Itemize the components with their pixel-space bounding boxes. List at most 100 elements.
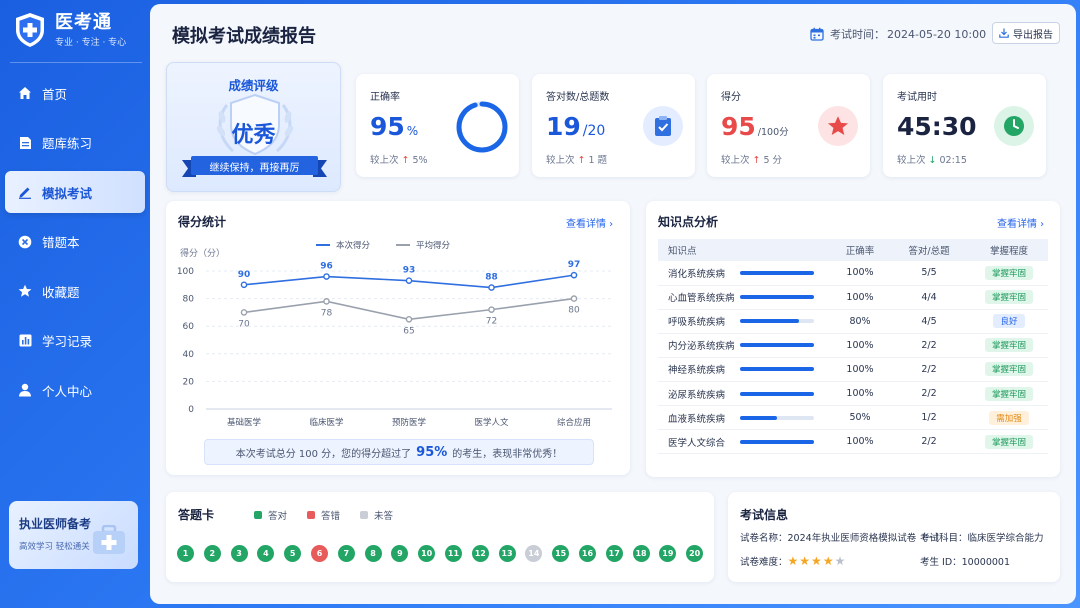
table-row: 心血管系统疾病 100% 4/4 掌握牢固	[658, 285, 1048, 310]
bar-track	[740, 415, 814, 420]
question-bubble[interactable]: 1	[177, 545, 194, 562]
table-row: 神经系统疾病 100% 2/2 掌握牢固	[658, 357, 1048, 382]
legend-label: 平均得分	[416, 240, 451, 251]
y-tick-label: 60	[183, 322, 195, 332]
knowledge-rate: 100%	[832, 429, 888, 455]
answer-sheet-title: 答题卡	[178, 508, 215, 522]
bar-track	[740, 367, 814, 372]
correct-count-title: 答对数/总题数	[546, 92, 610, 103]
legend-wrong: 答错	[307, 508, 340, 522]
score-chart-details-link[interactable]: 查看详情 ›	[566, 215, 613, 230]
question-bubbles: 1 2 3 4 5 6 7 8 9 10 11 12 13 14 15 16 17 18 19 20	[177, 545, 713, 562]
accuracy-bar	[740, 381, 832, 407]
student-id: 考生 ID：10000001	[920, 554, 1010, 568]
export-report-button[interactable]: 导出报告	[992, 22, 1060, 44]
star-filled-icon: ★	[799, 554, 812, 568]
question-bubble[interactable]: 19	[659, 545, 677, 562]
knowledge-answered: 1/2	[888, 405, 970, 431]
download-icon	[999, 28, 1009, 38]
question-bubble[interactable]: 5	[284, 545, 302, 562]
promo-card[interactable]: 执业医师备考 高效学习 轻松通关	[9, 501, 138, 569]
data-label: 72	[486, 317, 497, 327]
question-bubble[interactable]: 2	[203, 545, 221, 562]
question-bubble[interactable]: 8	[364, 545, 382, 562]
duration-value: 45:30	[897, 112, 977, 141]
accuracy-value: 95	[370, 112, 405, 141]
arrow-up-icon: ↑	[401, 155, 410, 166]
knowledge-analysis-card: 知识点分析 查看详情 › 知识点 正确率 答对/总题 掌握程度 消化系统疾病 10…	[646, 201, 1060, 477]
bar-track	[740, 319, 814, 324]
knowledge-answered: 2/2	[888, 381, 970, 407]
question-bubble[interactable]: 16	[578, 545, 596, 562]
app-name: 医考通	[55, 12, 112, 33]
accuracy-bar	[740, 285, 832, 310]
sidebar-item-mock-exam[interactable]: 模拟考试	[5, 171, 145, 213]
sidebar: 医考通 专业 · 专注 · 专心 首页 题库练习 模拟考试 错题本 收藏题 学习…	[0, 0, 148, 608]
header-spacer	[740, 239, 832, 261]
exam-time: 考试时间： 2024-05-20 10:00	[810, 26, 986, 42]
knowledge-name: 神经系统疾病	[658, 357, 740, 382]
knowledge-level: 需加强	[970, 405, 1048, 431]
data-point	[488, 284, 495, 291]
arrow-up-icon: ↑	[752, 155, 761, 166]
sidebar-item-label: 首页	[42, 86, 68, 102]
mastery-tag: 掌握牢固	[984, 338, 1033, 353]
question-bubble[interactable]: 10	[418, 545, 436, 562]
accuracy-card: 正确率 95% 较上次 ↑ 5%	[356, 74, 519, 177]
sidebar-item-home[interactable]: 首页	[5, 72, 145, 114]
knowledge-rate: 100%	[832, 357, 888, 382]
sidebar-item-study-record[interactable]: 学习记录	[5, 320, 145, 362]
question-bubble[interactable]: 20	[686, 545, 704, 562]
app-logo[interactable]: 医考通 专业 · 专注 · 专心	[14, 12, 126, 48]
question-bubble[interactable]: 3	[230, 545, 248, 562]
data-point	[488, 306, 495, 313]
accuracy-bar	[740, 405, 832, 431]
close-circle-icon	[17, 234, 33, 250]
mastery-tag: 掌握牢固	[984, 265, 1033, 280]
score-title: 得分	[721, 92, 741, 103]
knowledge-level: 掌握牢固	[970, 333, 1048, 358]
question-bubble[interactable]: 6	[310, 545, 328, 562]
knowledge-name: 消化系统疾病	[658, 261, 740, 286]
accuracy-bar	[740, 333, 832, 358]
knowledge-name: 泌尿系统疾病	[658, 381, 740, 407]
question-bubble[interactable]: 17	[605, 545, 623, 562]
table-header-row: 知识点 正确率 答对/总题 掌握程度	[658, 239, 1048, 261]
knowledge-rate: 100%	[832, 285, 888, 310]
data-point	[405, 277, 413, 284]
sidebar-item-profile[interactable]: 个人中心	[5, 369, 145, 411]
table-row: 医学人文综合 100% 2/2 掌握牢固	[658, 429, 1048, 455]
legend-swatch	[307, 511, 316, 519]
question-bubble[interactable]: 7	[337, 545, 355, 562]
question-bubble[interactable]: 9	[391, 545, 409, 562]
question-bubble[interactable]: 14	[525, 545, 543, 562]
knowledge-name: 心血管系统疾病	[658, 285, 740, 310]
accuracy-bar	[740, 309, 832, 334]
mastery-tag: 掌握牢固	[984, 434, 1033, 449]
accuracy-ring	[456, 101, 508, 153]
question-bubble[interactable]: 12	[471, 545, 489, 562]
knowledge-details-link[interactable]: 查看详情 ›	[997, 215, 1044, 230]
sidebar-item-question-bank[interactable]: 题库练习	[5, 122, 145, 164]
summary-percent: 95%	[416, 444, 448, 460]
question-bubble[interactable]: 11	[444, 545, 462, 562]
question-bubble[interactable]: 13	[498, 545, 516, 562]
page-title: 模拟考试成绩报告	[172, 26, 316, 47]
duration-value-group: 45:30	[897, 112, 977, 141]
legend-label: 答错	[321, 511, 341, 522]
legend-label: 答对	[268, 511, 288, 522]
table-row: 血液系统疾病 50% 1/2 需加强	[658, 405, 1048, 431]
knowledge-level: 良好	[970, 309, 1048, 334]
score-value: 95	[721, 112, 756, 141]
score-card: 得分 95/100分 较上次 ↑ 5 分	[707, 74, 870, 177]
question-bubble[interactable]: 15	[552, 545, 570, 562]
sidebar-item-favorites[interactable]: 收藏题	[5, 270, 145, 312]
star-filled-icon: ★	[787, 554, 800, 568]
sidebar-item-wrong-book[interactable]: 错题本	[5, 221, 145, 263]
mastery-tag: 良好	[993, 314, 1025, 329]
knowledge-rate: 100%	[832, 333, 888, 358]
sidebar-divider	[10, 62, 142, 63]
question-bubble[interactable]: 18	[632, 545, 650, 562]
star-filled-icon: ★	[822, 554, 835, 568]
question-bubble[interactable]: 4	[257, 545, 275, 562]
